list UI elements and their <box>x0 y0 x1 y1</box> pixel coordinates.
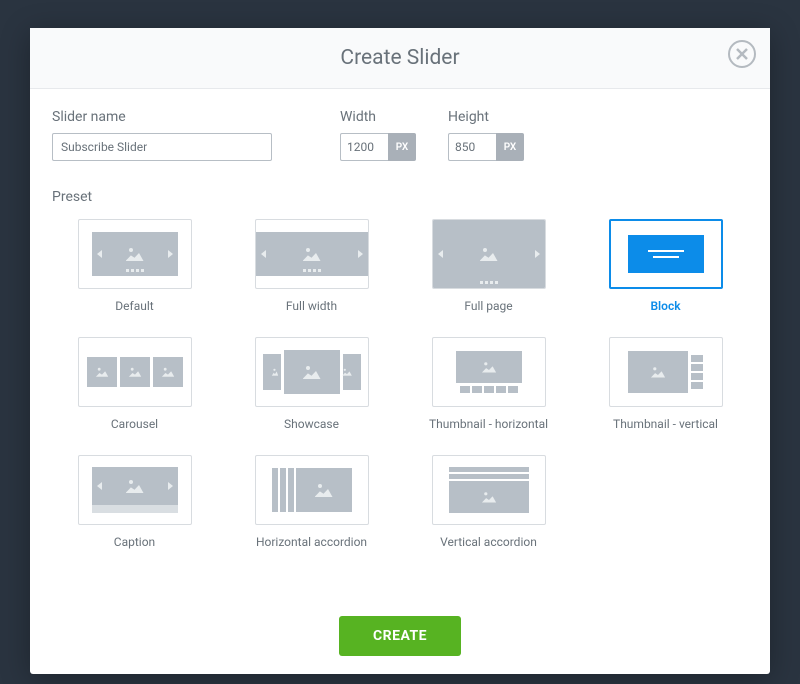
preset-fullpage[interactable]: Full page <box>406 219 571 313</box>
preset-thumbnail-icon <box>78 455 192 525</box>
preset-name: Thumbnail - vertical <box>613 417 718 431</box>
name-group: Slider name <box>52 109 272 161</box>
preset-name: Showcase <box>284 417 339 431</box>
preset-thumbnail-icon <box>432 455 546 525</box>
preset-thumbnail-icon <box>609 219 723 289</box>
preset-thumbnail-icon <box>255 219 369 289</box>
modal-body: Slider name Width PX Height PX Preset <box>30 89 770 598</box>
preset-name: Full width <box>286 299 337 313</box>
preset-thumbnail-horizontal[interactable]: Thumbnail - horizontal <box>406 337 571 431</box>
height-unit: PX <box>496 133 524 161</box>
preset-thumbnail-icon <box>432 337 546 407</box>
preset-horizontal-accordion[interactable]: Horizontal accordion <box>229 455 394 549</box>
preset-vertical-accordion[interactable]: Vertical accordion <box>406 455 571 549</box>
width-label: Width <box>340 109 430 125</box>
preset-name: Block <box>650 299 680 313</box>
slider-name-input[interactable] <box>52 133 272 161</box>
preset-thumbnail-icon <box>432 219 546 289</box>
preset-showcase[interactable]: Showcase <box>229 337 394 431</box>
preset-thumbnail-icon <box>255 337 369 407</box>
close-icon <box>736 48 748 60</box>
form-row: Slider name Width PX Height PX <box>52 109 748 161</box>
preset-thumbnail-vertical[interactable]: Thumbnail - vertical <box>583 337 748 431</box>
modal-title: Create Slider <box>50 46 750 70</box>
height-group: Height PX <box>448 109 538 161</box>
width-input[interactable] <box>340 133 388 161</box>
preset-name: Horizontal accordion <box>256 535 367 549</box>
preset-name: Thumbnail - horizontal <box>429 417 548 431</box>
preset-name: Caption <box>114 535 155 549</box>
preset-name: Carousel <box>111 417 158 431</box>
preset-name: Default <box>115 299 153 313</box>
preset-grid: Default Full width <box>52 219 748 549</box>
create-button[interactable]: CREATE <box>339 616 461 656</box>
modal-footer: CREATE <box>30 598 770 674</box>
preset-carousel[interactable]: Carousel <box>52 337 217 431</box>
preset-label: Preset <box>52 189 748 205</box>
name-label: Slider name <box>52 109 272 125</box>
width-unit: PX <box>388 133 416 161</box>
modal-header: Create Slider <box>30 28 770 89</box>
preset-thumbnail-icon <box>255 455 369 525</box>
preset-fullwidth[interactable]: Full width <box>229 219 394 313</box>
preset-name: Vertical accordion <box>440 535 537 549</box>
preset-block[interactable]: Block <box>583 219 748 313</box>
height-input[interactable] <box>448 133 496 161</box>
height-label: Height <box>448 109 538 125</box>
create-slider-modal: Create Slider Slider name Width PX Heigh… <box>30 28 770 674</box>
preset-default[interactable]: Default <box>52 219 217 313</box>
preset-caption[interactable]: Caption <box>52 455 217 549</box>
close-button[interactable] <box>728 40 756 68</box>
width-group: Width PX <box>340 109 430 161</box>
preset-thumbnail-icon <box>609 337 723 407</box>
preset-thumbnail-icon <box>78 219 192 289</box>
preset-thumbnail-icon <box>78 337 192 407</box>
preset-name: Full page <box>464 299 512 313</box>
